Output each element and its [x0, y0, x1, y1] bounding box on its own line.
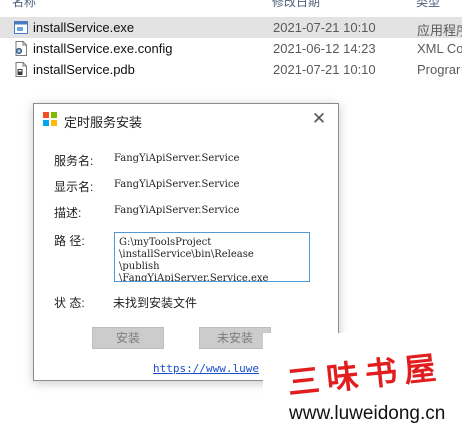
dialog-titlebar[interactable]: 定时服务安装 ✕ [34, 104, 338, 135]
path-line: \publish [119, 261, 160, 272]
path-textbox[interactable]: G:\myToolsProject \installService\bin\Re… [114, 232, 310, 282]
file-type: XML Co [417, 41, 462, 56]
column-header-row: 名称 修改日期 类型 [0, 0, 462, 9]
install-button[interactable]: 安装 [92, 327, 164, 349]
file-row-installservice-pdb[interactable]: installService.pdb 2021-07-21 10:10 Prog… [0, 59, 462, 80]
column-header-type[interactable]: 类型 [416, 0, 440, 10]
uninstall-button[interactable]: 未安装 [199, 327, 271, 349]
file-list: 名称 修改日期 类型 installService.exe 2021-07-21… [0, 0, 462, 90]
service-name-label: 服务名: [54, 154, 94, 168]
status-value: 未找到安装文件 [113, 296, 198, 310]
file-name: installService.exe.config [33, 41, 173, 56]
path-line: G:\myToolsProject [119, 237, 212, 248]
app-icon [43, 112, 58, 127]
config-file-icon [15, 41, 27, 56]
website-link[interactable]: https://www.luwe [153, 362, 259, 375]
column-header-name[interactable]: 名称 [12, 0, 36, 10]
display-name-label: 显示名: [54, 180, 94, 194]
exe-file-icon [14, 21, 28, 34]
pdb-file-icon [15, 62, 27, 77]
file-name: installService.pdb [33, 62, 135, 77]
status-label: 状 态: [54, 296, 85, 310]
close-icon[interactable]: ✕ [308, 108, 330, 130]
file-name: installService.exe [33, 20, 135, 35]
file-row-installservice-exe-config[interactable]: installService.exe.config 2021-06-12 14:… [0, 38, 462, 59]
file-date: 2021-06-12 14:23 [273, 41, 376, 56]
description-value: FangYiApiServer.Service [114, 205, 240, 216]
path-label: 路 径: [54, 234, 85, 248]
column-header-date[interactable]: 修改日期 [272, 0, 320, 10]
file-type: Prograr [417, 62, 461, 77]
file-date: 2021-07-21 10:10 [273, 62, 376, 77]
watermark-url: www.luweidong.cn [289, 403, 446, 424]
display-name-value: FangYiApiServer.Service [114, 179, 240, 190]
file-row-installservice-exe[interactable]: installService.exe 2021-07-21 10:10 应用程序 [0, 17, 462, 38]
path-line: \FangYiApiServer.Service.exe [119, 273, 269, 282]
description-label: 描述: [54, 206, 82, 220]
path-line: \installService\bin\Release [119, 249, 254, 260]
file-type: 应用程序 [417, 23, 462, 38]
service-name-value: FangYiApiServer.Service [114, 153, 240, 164]
file-date: 2021-07-21 10:10 [273, 20, 376, 35]
dialog-title: 定时服务安装 [64, 115, 143, 130]
